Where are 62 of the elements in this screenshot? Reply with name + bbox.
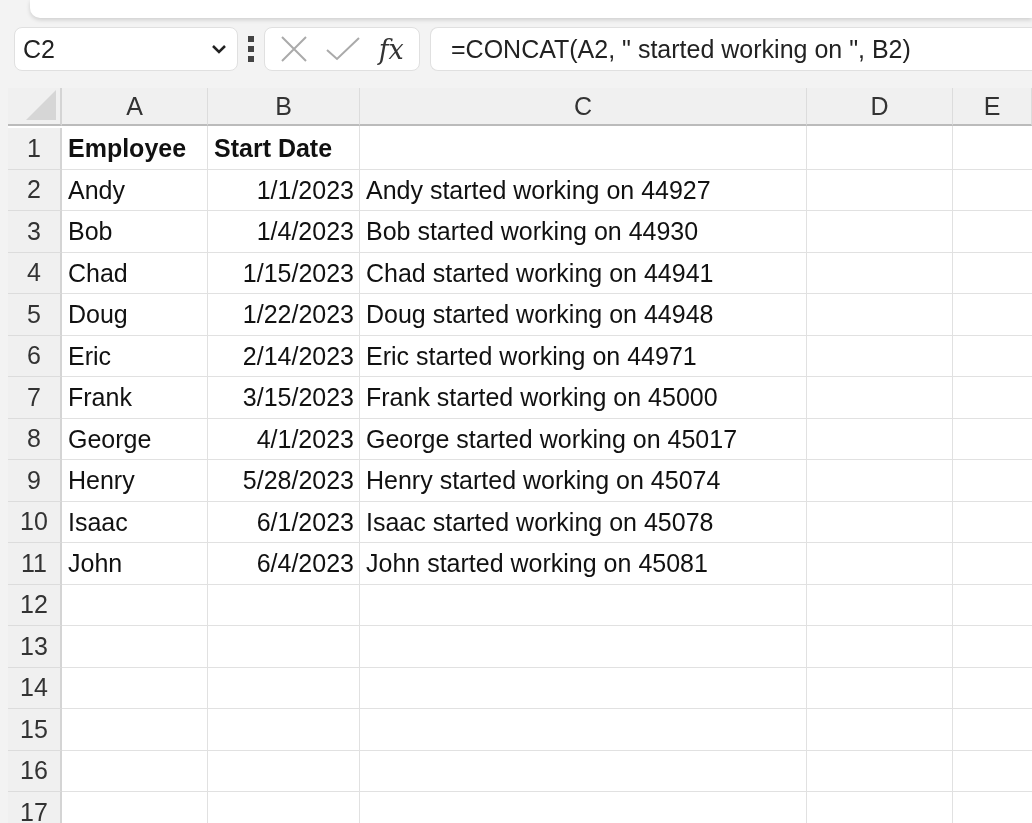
table-cell-text: Doug started working on 44948 — [365, 299, 715, 331]
table-cell-text: Eric — [67, 340, 113, 372]
row-header[interactable]: 3 — [8, 211, 62, 253]
row-header[interactable]: 6 — [8, 335, 62, 377]
insert-function-button[interactable]: fx — [378, 33, 404, 65]
row-header[interactable]: 15 — [8, 709, 62, 751]
row-header[interactable]: 16 — [8, 750, 62, 792]
column-title: Employee — [67, 133, 188, 165]
table-cell-text: George started working on 45017 — [365, 423, 739, 455]
row-header[interactable]: 7 — [8, 377, 62, 419]
row-header[interactable]: 17 — [8, 792, 62, 823]
table-cell-text: 1/15/2023 — [241, 257, 355, 289]
name-box[interactable]: C2 — [14, 27, 238, 71]
row-header[interactable]: 12 — [8, 584, 62, 626]
table-cell-text: 4/1/2023 — [255, 423, 355, 455]
check-icon[interactable] — [326, 37, 361, 61]
table-cell-text: 3/15/2023 — [241, 382, 355, 414]
table-cell-text: John started working on 45081 — [365, 548, 709, 580]
table-cell-text: Isaac started working on 45078 — [365, 506, 715, 538]
table-cell-text: Eric started working on 44971 — [365, 340, 698, 372]
table-cell-text: Frank started working on 45000 — [365, 382, 719, 414]
table-cell-text: Andy started working on 44927 — [365, 174, 712, 206]
cancel-icon[interactable] — [280, 35, 309, 63]
column-header[interactable]: D — [807, 88, 953, 126]
row-header[interactable]: 10 — [8, 501, 62, 543]
column-title: Start Date — [213, 133, 334, 165]
row-header[interactable]: 8 — [8, 418, 62, 460]
row-header[interactable]: 1 — [8, 128, 62, 170]
table-cell-text: Doug — [67, 299, 129, 331]
column-header[interactable]: C — [360, 88, 807, 126]
table-cell-text: Andy — [67, 174, 126, 206]
table-cell-text: 1/1/2023 — [255, 174, 355, 206]
row-header[interactable]: 11 — [8, 543, 62, 585]
column-header[interactable]: E — [953, 88, 1032, 126]
corner-triangle-icon — [26, 90, 56, 120]
table-cell-text: George — [67, 423, 153, 455]
table-cell-text: 5/28/2023 — [241, 465, 355, 497]
row-header[interactable]: 9 — [8, 460, 62, 502]
table-cell-text: Chad — [67, 257, 129, 289]
table-cell-text: John — [67, 548, 124, 580]
table-cell-text: Bob — [67, 216, 114, 248]
more-icon[interactable] — [248, 36, 254, 62]
table-cell-text: Henry — [67, 465, 136, 497]
column-header[interactable]: B — [208, 88, 360, 126]
row-header[interactable]: 2 — [8, 169, 62, 211]
formula-field[interactable]: =CONCAT(A2, " started working on ", B2) — [430, 27, 1032, 71]
chevron-down-icon — [211, 44, 227, 54]
column-header[interactable]: A — [62, 88, 208, 126]
table-cell-text: Chad started working on 44941 — [365, 257, 715, 289]
table-cell-text: Henry started working on 45074 — [365, 465, 722, 497]
table-cell-text: 6/1/2023 — [255, 506, 355, 538]
row-header[interactable]: 4 — [8, 252, 62, 294]
table-cell-text: 1/4/2023 — [255, 216, 355, 248]
table-cell-text: Bob started working on 44930 — [365, 216, 700, 248]
row-header[interactable]: 14 — [8, 667, 62, 709]
table-cell-text: 2/14/2023 — [241, 340, 355, 372]
table-cell-text: Isaac — [67, 506, 129, 538]
table-cell-text: Frank — [67, 382, 133, 414]
table-cell-text: 1/22/2023 — [241, 299, 355, 331]
row-header[interactable]: 5 — [8, 294, 62, 336]
row-header[interactable]: 13 — [8, 626, 62, 668]
table-cell-text: 6/4/2023 — [255, 548, 355, 580]
